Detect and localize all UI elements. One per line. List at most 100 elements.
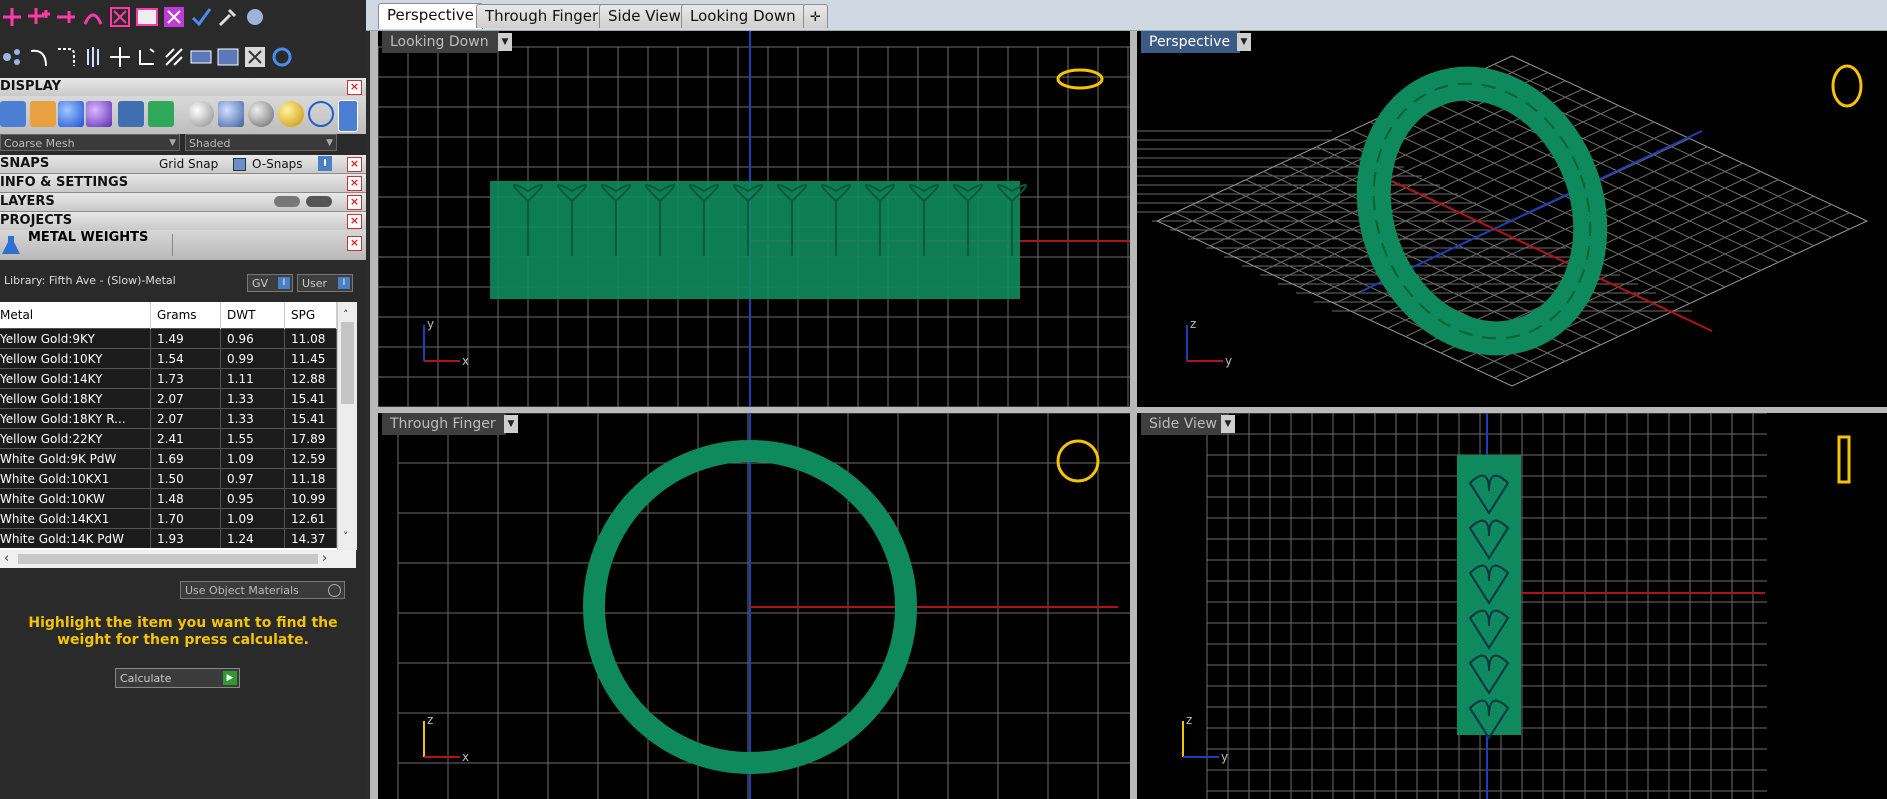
curve-icon[interactable] <box>27 45 51 69</box>
gray-sphere-icon[interactable] <box>248 101 274 127</box>
viewport-perspective[interactable]: z y Perspective ▼ <box>1137 31 1887 407</box>
nodes-icon[interactable] <box>0 45 24 69</box>
add-points-icon[interactable] <box>27 5 51 29</box>
render-select[interactable]: Shaded ▼ <box>185 134 337 151</box>
osnaps-label[interactable]: O-Snaps <box>252 155 303 173</box>
add-point-icon[interactable] <box>0 5 24 29</box>
scroll-right-icon[interactable]: › <box>322 551 327 566</box>
scroll-up-icon[interactable]: ˄ <box>343 308 349 321</box>
chevron-down-icon[interactable]: ▼ <box>1221 415 1235 433</box>
close-icon[interactable]: × <box>347 176 362 191</box>
insert-point-icon[interactable] <box>54 5 78 29</box>
chevron-down-icon[interactable]: ▼ <box>504 415 518 433</box>
viewport-label-perspective[interactable]: Perspective <box>1141 31 1241 53</box>
viewport-label-side-view[interactable]: Side View <box>1141 413 1227 435</box>
cell-dwt: 0.95 <box>220 488 285 509</box>
sphere-tool-icon[interactable] <box>243 5 267 29</box>
table-horizontal-scrollbar[interactable]: ‹ › <box>0 550 356 568</box>
scale-icon[interactable] <box>162 45 186 69</box>
mirror-icon[interactable] <box>81 45 105 69</box>
more-display-icon[interactable] <box>338 100 358 132</box>
edit-points-icon[interactable] <box>135 5 159 29</box>
background-icon[interactable] <box>118 101 144 127</box>
delete-point-icon[interactable] <box>108 5 132 29</box>
layer-toggle-icon[interactable] <box>274 196 300 207</box>
close-icon[interactable]: × <box>347 157 362 172</box>
user-button[interactable]: User I <box>297 274 353 292</box>
viewport-through-finger[interactable]: z x Through Finger ▼ <box>378 413 1130 799</box>
scroll-thumb[interactable] <box>341 322 354 404</box>
table-vertical-scrollbar[interactable]: ˄ ˅ <box>337 302 357 550</box>
tab-looking-down[interactable]: Looking Down <box>681 4 805 28</box>
column-header-dwt[interactable]: DWT <box>220 302 285 329</box>
table-row[interactable]: White Gold:10KX1 1.50 0.97 11.18 <box>0 468 337 489</box>
table-row[interactable]: Yellow Gold:14KY 1.73 1.11 12.88 <box>0 368 337 389</box>
render-sphere-icon[interactable] <box>86 101 112 127</box>
gv-button[interactable]: GV I <box>247 274 293 292</box>
table-row[interactable]: White Gold:10KW 1.48 0.95 10.99 <box>0 488 337 509</box>
scissors-icon[interactable] <box>243 45 267 69</box>
snaps-header[interactable]: SNAPS Grid Snap O-Snaps I × <box>0 155 366 174</box>
add-tab-button[interactable]: ✛ <box>803 4 828 28</box>
table-row[interactable]: Yellow Gold:18KY R... 2.07 1.33 15.41 <box>0 408 337 429</box>
fillet-icon[interactable] <box>54 45 78 69</box>
table-row[interactable]: Yellow Gold:10KY 1.54 0.99 11.45 <box>0 348 337 369</box>
wrench-icon[interactable] <box>216 5 240 29</box>
table-row[interactable]: Yellow Gold:22KY 2.41 1.55 17.89 <box>0 428 337 449</box>
tab-perspective[interactable]: Perspective <box>378 3 483 29</box>
viewport-side-view[interactable]: z y Side View ▼ <box>1137 413 1887 799</box>
cell-metal: Yellow Gold:18KY <box>0 388 151 409</box>
chevron-down-icon[interactable]: ▼ <box>1237 33 1251 51</box>
gold-sphere-icon[interactable] <box>278 101 304 127</box>
close-icon[interactable]: × <box>347 195 362 210</box>
display-header[interactable]: DISPLAY × <box>0 78 366 97</box>
column-header-spg[interactable]: SPG <box>284 302 337 329</box>
table-row[interactable]: Yellow Gold:18KY 2.07 1.33 15.41 <box>0 388 337 409</box>
move-icon[interactable] <box>108 45 132 69</box>
use-object-materials-button[interactable]: Use Object Materials <box>180 581 345 599</box>
mesh-select[interactable]: Coarse Mesh ▼ <box>0 134 180 151</box>
rotate-icon[interactable] <box>135 45 159 69</box>
ring-outline-icon[interactable] <box>308 101 334 127</box>
close-icon[interactable]: × <box>347 214 362 229</box>
projects-header[interactable]: PROJECTS × <box>0 212 366 231</box>
scroll-down-icon[interactable]: ˅ <box>343 530 349 543</box>
circle-tool-icon[interactable] <box>270 45 294 69</box>
tab-through-finger[interactable]: Through Finger <box>476 4 608 28</box>
viewport-looking-down[interactable]: y x Looking Down ▼ <box>378 31 1130 407</box>
table-row[interactable]: White Gold:14KX1 1.70 1.09 12.61 <box>0 508 337 529</box>
viewport-label-through-finger[interactable]: Through Finger <box>382 413 506 435</box>
viewport-label-looking-down[interactable]: Looking Down <box>382 31 499 53</box>
tab-side-view[interactable]: Side View <box>599 4 690 28</box>
shaded-sphere-icon[interactable] <box>58 101 84 127</box>
osnaps-icon[interactable] <box>233 158 246 171</box>
column-header-metal[interactable]: Metal <box>0 302 151 329</box>
close-icon[interactable]: × <box>347 236 362 251</box>
white-sphere-icon[interactable] <box>188 101 214 127</box>
grid-display-icon[interactable] <box>0 101 26 127</box>
select-points-icon[interactable] <box>162 5 186 29</box>
column-header-grams[interactable]: Grams <box>150 302 221 329</box>
info-settings-header[interactable]: INFO & SETTINGS × <box>0 174 366 193</box>
metal-weights-header[interactable]: METAL WEIGHTS × <box>0 230 366 260</box>
close-icon[interactable]: × <box>347 80 362 95</box>
layers-header[interactable]: LAYERS × <box>0 193 366 212</box>
arc-point-icon[interactable] <box>81 5 105 29</box>
eye-icon[interactable] <box>306 196 332 207</box>
calculate-button[interactable]: Calculate ▶ <box>115 668 240 688</box>
check-icon[interactable] <box>189 5 213 29</box>
axis-label-vertical: y <box>427 317 434 331</box>
chevron-down-icon[interactable]: ▼ <box>498 33 512 51</box>
axis-display-icon[interactable] <box>30 101 56 127</box>
osnaps-toggle[interactable]: I <box>318 156 332 171</box>
scroll-left-icon[interactable]: ‹ <box>4 551 9 566</box>
reflect-sphere-icon[interactable] <box>218 101 244 127</box>
scroll-h-thumb[interactable] <box>18 554 318 564</box>
table-row[interactable]: White Gold:14K PdW 1.93 1.24 14.37 <box>0 528 337 548</box>
table-row[interactable]: White Gold:9K PdW 1.69 1.09 12.59 <box>0 448 337 469</box>
table-row[interactable]: Yellow Gold:9KY 1.49 0.96 11.08 <box>0 328 337 349</box>
layout-icon[interactable] <box>148 101 174 127</box>
group-icon[interactable] <box>189 45 213 69</box>
ungroup-icon[interactable] <box>216 45 240 69</box>
grid-snap-label[interactable]: Grid Snap <box>159 155 218 173</box>
